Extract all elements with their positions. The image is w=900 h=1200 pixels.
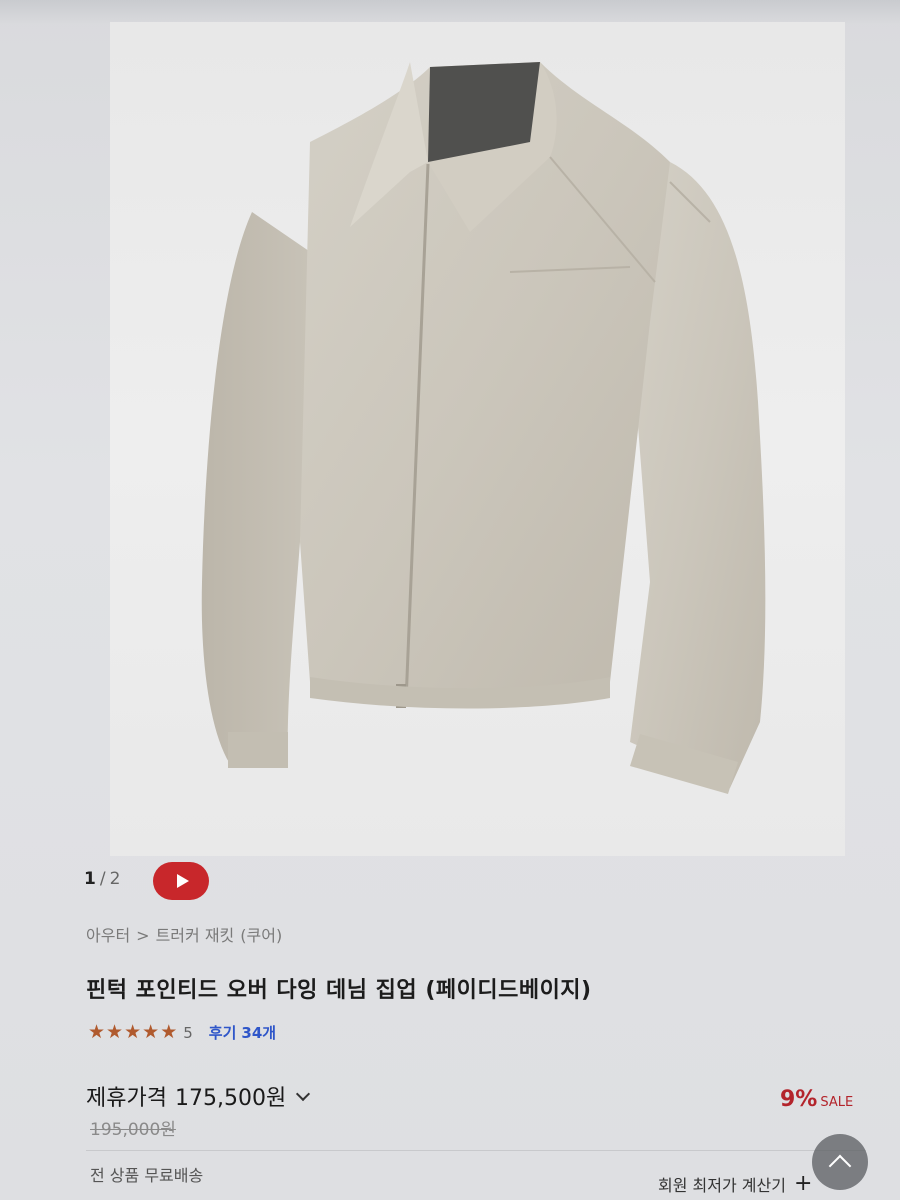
product-image[interactable] — [110, 22, 845, 856]
plus-icon[interactable]: + — [794, 1173, 812, 1195]
pager-current: 1 — [84, 869, 96, 889]
image-pager: 1 / 2 — [84, 869, 120, 889]
chevron-up-icon — [828, 1154, 852, 1178]
reviews-label: 후기 — [208, 1024, 237, 1042]
breadcrumb-separator: > — [136, 926, 150, 945]
top-edge — [0, 0, 900, 24]
breadcrumb-subcategory[interactable]: 트러커 재킷 — [156, 922, 235, 946]
product-page: 1 / 2 아우터 > 트러커 재킷 (쿠어) 핀턱 포인티드 오버 다잉 데님… — [0, 0, 900, 1200]
pager-total: 2 — [109, 869, 121, 889]
rating-stars: ★ ★ ★ ★ ★ — [88, 1023, 177, 1042]
chevron-down-icon[interactable] — [296, 1086, 311, 1102]
product-title: 핀턱 포인티드 오버 다잉 데님 집업 (페이디드베이지) — [86, 978, 592, 1003]
jacket-illustration — [201, 62, 766, 794]
price-value: 175,500원 — [174, 1086, 287, 1111]
reviews-link[interactable]: 후기 34개 — [209, 1022, 276, 1043]
rating-value: 5 — [183, 1023, 193, 1042]
member-price-calculator[interactable]: 회원 최저가 계산기 + — [658, 1172, 812, 1196]
price-label: 제휴가격 — [86, 1086, 167, 1111]
star-icon: ★ — [160, 1021, 178, 1043]
reviews-count: 34개 — [241, 1024, 277, 1042]
shipping-info: 전 상품 무료배송 — [90, 1166, 204, 1185]
star-icon: ★ — [124, 1021, 142, 1043]
price-row[interactable]: 제휴가격 175,500원 — [86, 1080, 311, 1112]
original-price: 195,000원 — [90, 1120, 176, 1140]
breadcrumb-category[interactable]: 아우터 — [86, 922, 130, 946]
play-icon — [176, 874, 189, 888]
scroll-top-button[interactable] — [812, 1134, 868, 1190]
pager-separator: / — [99, 869, 106, 889]
discount-percent: 9% — [780, 1087, 818, 1112]
calculator-label: 회원 최저가 계산기 — [658, 1176, 786, 1195]
star-icon: ★ — [142, 1021, 160, 1043]
star-icon: ★ — [88, 1021, 106, 1043]
breadcrumb: 아우터 > 트러커 재킷 (쿠어) — [86, 922, 282, 946]
video-play-button[interactable] — [153, 862, 209, 900]
star-icon: ★ — [106, 1021, 124, 1043]
discount-label: SALE — [820, 1095, 854, 1110]
discount-badge: 9% SALE — [780, 1087, 853, 1112]
breadcrumb-brand[interactable]: (쿠어) — [240, 922, 282, 946]
product-rating: ★ ★ ★ ★ ★ 5 후기 34개 — [88, 1022, 276, 1043]
divider — [86, 1150, 866, 1151]
